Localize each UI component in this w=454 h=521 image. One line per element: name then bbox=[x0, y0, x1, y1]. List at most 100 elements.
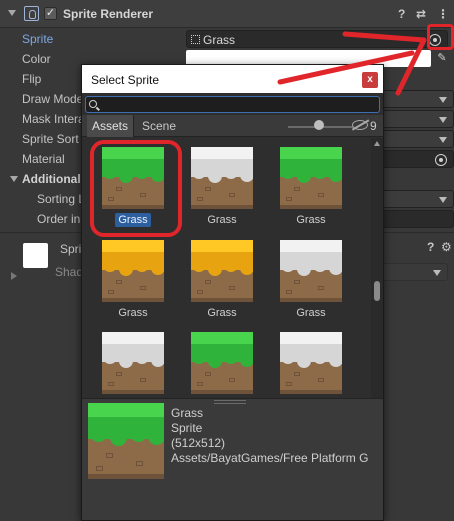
material-label: Material bbox=[22, 152, 65, 166]
sprite-grid-item[interactable]: Grass bbox=[271, 143, 351, 233]
scroll-up-arrow-icon[interactable] bbox=[374, 141, 380, 146]
sprite-grid-item[interactable]: Grass bbox=[182, 143, 262, 233]
sprite-object-field[interactable]: Grass bbox=[186, 30, 448, 48]
order-in-layer-label: Order in Layer bbox=[37, 212, 81, 226]
tile-drip bbox=[297, 354, 311, 368]
dirt-brick bbox=[229, 286, 235, 290]
sprite-name-label: Grass bbox=[118, 307, 148, 319]
tile-drip bbox=[313, 350, 327, 364]
presets-icon[interactable]: ⇄ bbox=[416, 7, 426, 21]
search-icon bbox=[89, 100, 97, 108]
search-field[interactable] bbox=[85, 96, 380, 113]
fold-arrow-icon[interactable] bbox=[8, 10, 16, 16]
tile-drip bbox=[135, 258, 149, 272]
tile-drip bbox=[329, 168, 342, 182]
dropdown-arrow-icon bbox=[439, 117, 447, 123]
preview-name: Grass bbox=[171, 406, 204, 420]
preview-thumbnail bbox=[88, 403, 164, 479]
scrollbar-thumb[interactable] bbox=[374, 281, 380, 301]
tile-drip bbox=[297, 262, 311, 276]
dirt-brick bbox=[205, 372, 211, 376]
sprite-row: Sprite Grass bbox=[0, 29, 454, 49]
sprite-name-label: Grass bbox=[296, 307, 326, 319]
sprite-thumbnail bbox=[102, 332, 164, 394]
tile-drip bbox=[281, 258, 295, 272]
preview-info: Grass Sprite (512x512) Assets/BayatGames… bbox=[171, 406, 368, 466]
tile-drip bbox=[119, 354, 133, 368]
sprite-label: Sprite bbox=[22, 32, 54, 46]
dirt-base bbox=[191, 205, 253, 209]
dirt-brick bbox=[318, 193, 324, 197]
tile-drip bbox=[224, 165, 238, 179]
dirt-brick bbox=[140, 286, 146, 290]
thumbnail-size-slider-handle[interactable] bbox=[314, 120, 324, 130]
dirt-brick bbox=[116, 280, 122, 284]
sprite-name-label: Grass bbox=[296, 214, 326, 226]
resize-grip[interactable] bbox=[214, 400, 246, 404]
preview-path: Assets/BayatGames/Free Platform G bbox=[171, 451, 369, 465]
tile-drip bbox=[281, 165, 295, 179]
object-picker-target-icon[interactable] bbox=[435, 154, 447, 166]
dirt-base bbox=[280, 298, 342, 302]
dirt-brick bbox=[108, 290, 114, 294]
sprite-grid-item[interactable]: Grass bbox=[271, 236, 351, 326]
sprite-name: Grass bbox=[93, 307, 173, 319]
dirt-base bbox=[102, 390, 164, 394]
highlight-target-button bbox=[427, 24, 454, 50]
preview-type: Sprite bbox=[171, 421, 203, 435]
tile-drip bbox=[192, 350, 206, 364]
hidden-eye-icon[interactable] bbox=[352, 120, 368, 130]
dirt-brick bbox=[205, 187, 211, 191]
hidden-count: 9 bbox=[370, 119, 377, 133]
close-button[interactable]: x bbox=[362, 72, 378, 88]
fold-arrow-icon[interactable] bbox=[10, 176, 18, 182]
tile-drip bbox=[224, 258, 238, 272]
sprite-thumbnail bbox=[280, 240, 342, 302]
sprite-name: Grass bbox=[182, 307, 262, 319]
tab-assets[interactable]: Assets bbox=[87, 115, 135, 137]
tile-drip bbox=[135, 350, 149, 364]
tile-drip bbox=[313, 258, 327, 272]
sprite-renderer-header[interactable]: ✓ Sprite Renderer ? ⇄ ⋮ bbox=[0, 0, 454, 28]
dropdown-arrow-icon bbox=[439, 137, 447, 143]
eyedropper-icon[interactable]: ✎ bbox=[435, 51, 449, 65]
highlight-selected-sprite bbox=[90, 140, 182, 237]
dirt-brick bbox=[116, 372, 122, 376]
tile-drip bbox=[313, 165, 327, 179]
tile-drip bbox=[151, 353, 164, 367]
sprite-thumbnail bbox=[280, 147, 342, 209]
help-icon[interactable]: ? bbox=[427, 240, 434, 254]
sprite-thumbnail bbox=[280, 332, 342, 394]
select-sprite-window: Select Sprite x Assets Scene 9 Grass Gras… bbox=[81, 64, 384, 521]
dirt-base bbox=[191, 390, 253, 394]
component-enabled-checkbox[interactable]: ✓ bbox=[44, 7, 57, 20]
context-menu-icon[interactable]: ⋮ bbox=[437, 7, 449, 21]
tile-drip bbox=[208, 262, 222, 276]
sprite-asset-icon bbox=[191, 35, 200, 44]
tile-drip bbox=[240, 168, 253, 182]
sprite-grid-item[interactable]: Grass bbox=[93, 236, 173, 326]
flip-label: Flip bbox=[22, 72, 42, 86]
sprite-thumbnail bbox=[191, 240, 253, 302]
search-input[interactable] bbox=[102, 97, 377, 112]
settings-gear-icon[interactable]: ⚙ bbox=[441, 240, 452, 254]
dirt-brick bbox=[318, 378, 324, 382]
sprite-preview-panel: Grass Sprite (512x512) Assets/BayatGames… bbox=[82, 398, 383, 520]
help-icon[interactable]: ? bbox=[398, 7, 405, 21]
tab-scene[interactable]: Scene bbox=[137, 115, 181, 137]
sorting-layer-label: Sorting Layer bbox=[37, 192, 81, 206]
sprite-thumbnail bbox=[102, 240, 164, 302]
expand-arrow-icon[interactable] bbox=[11, 272, 17, 280]
grass-drip bbox=[130, 425, 147, 442]
sprite-grid-item[interactable]: Grass bbox=[182, 236, 262, 326]
grass-drip bbox=[110, 429, 127, 446]
dirt-brick bbox=[286, 290, 292, 294]
sprite-field-value: Grass bbox=[203, 33, 236, 47]
select-sprite-titlebar[interactable]: Select Sprite x bbox=[82, 65, 383, 93]
dirt-base bbox=[191, 298, 253, 302]
dirt-brick bbox=[294, 372, 300, 376]
dirt-brick bbox=[294, 280, 300, 284]
sprite-sort-point-label: Sprite Sort Point bbox=[22, 132, 82, 146]
dirt-brick bbox=[286, 197, 292, 201]
component-title: Sprite Renderer bbox=[63, 7, 154, 21]
